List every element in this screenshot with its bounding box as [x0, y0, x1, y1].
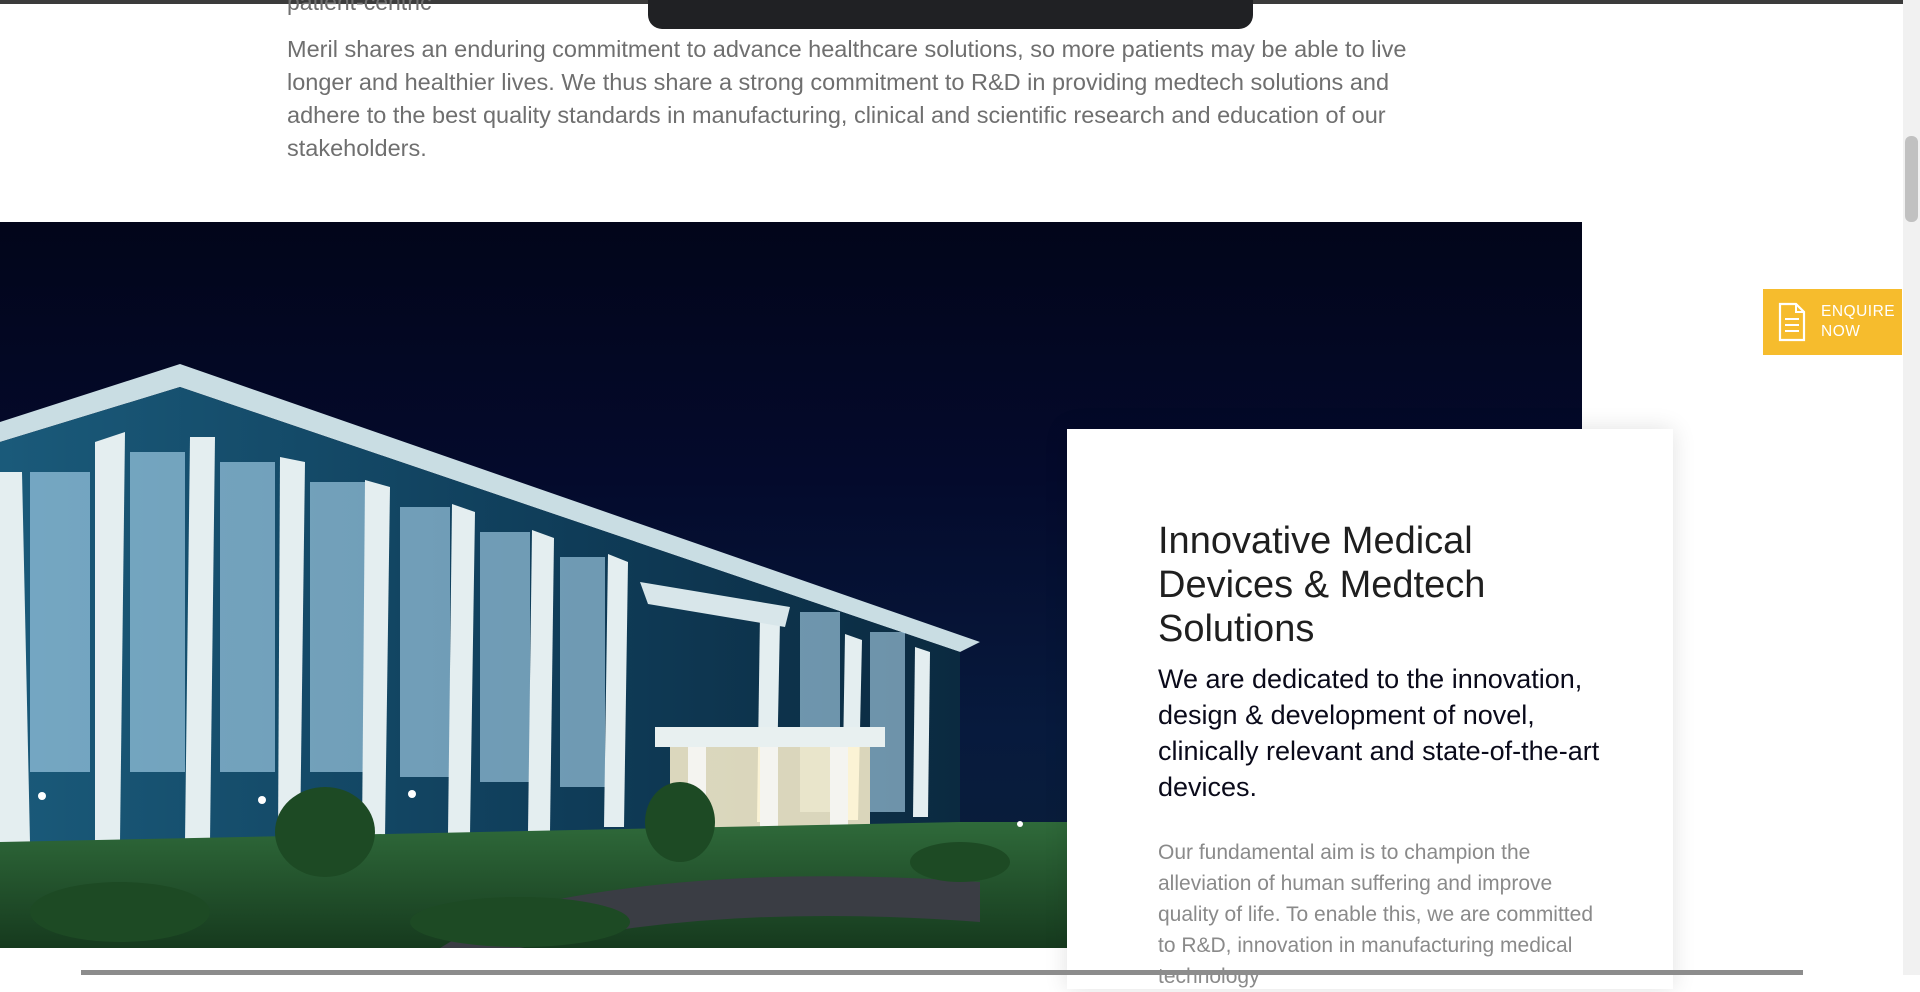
document-icon	[1778, 302, 1806, 342]
enquire-now-label: ENQUIRE NOW	[1821, 303, 1896, 340]
bottom-divider	[81, 970, 1803, 975]
card-title: Innovative Medical Devices & Medtech Sol…	[1158, 520, 1486, 650]
card-body-text: Our fundamental aim is to champion the a…	[1158, 841, 1594, 988]
enquire-now-button[interactable]: ENQUIRE NOW	[1763, 289, 1902, 355]
notification-toast	[648, 0, 1253, 29]
intro-paragraph: Meril shares an enduring commitment to a…	[287, 36, 1407, 161]
card-lead-text: We are dedicated to the innovation, desi…	[1158, 664, 1600, 802]
info-card: Innovative Medical Devices & Medtech Sol…	[1067, 429, 1673, 989]
scrollbar-thumb[interactable]	[1905, 136, 1918, 222]
intro-cutoff-text: patient-centric	[287, 0, 432, 15]
